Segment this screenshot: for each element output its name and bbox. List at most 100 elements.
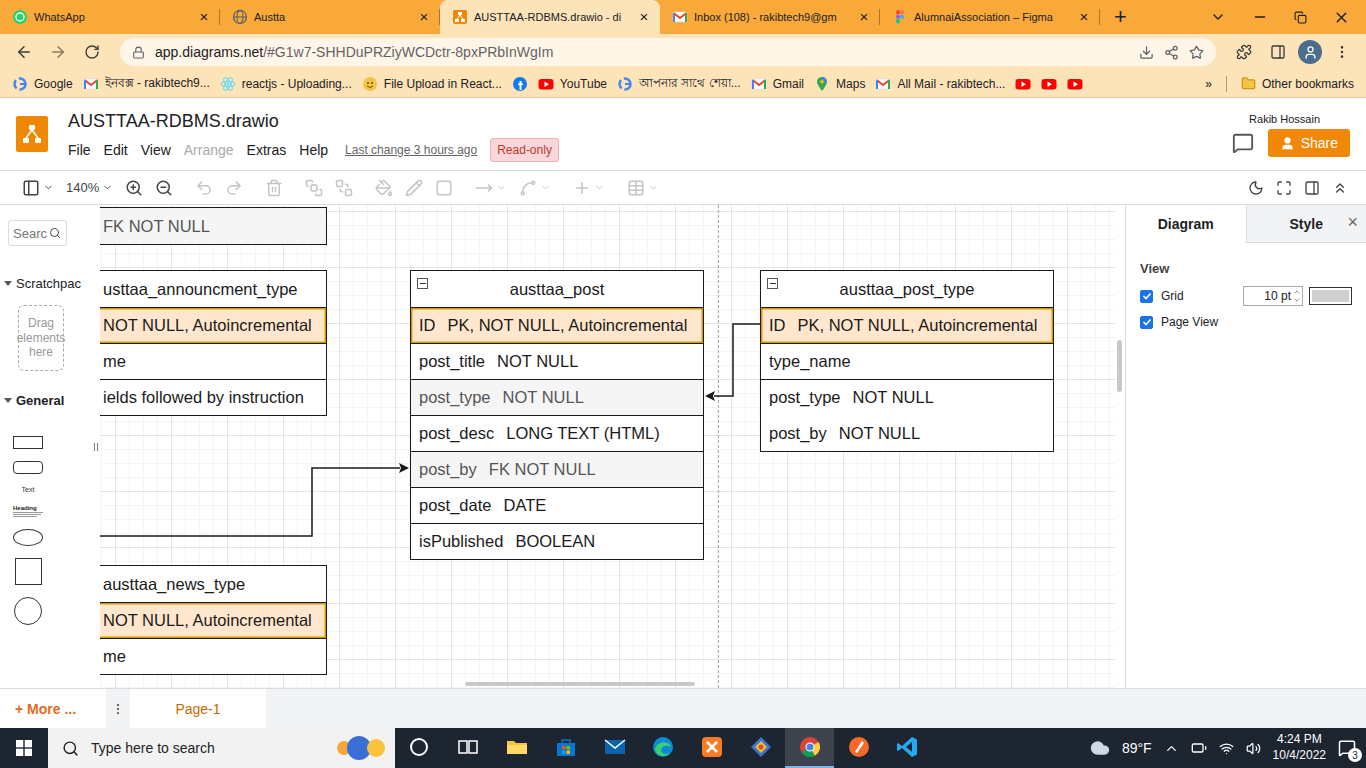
bookmark[interactable]: reactjs - Uploading... bbox=[220, 76, 352, 92]
menu-button[interactable] bbox=[1328, 38, 1356, 66]
weather-icon[interactable] bbox=[1090, 738, 1110, 758]
taskbar-app[interactable] bbox=[444, 728, 493, 768]
view-option[interactable]: Page View bbox=[1140, 312, 1352, 332]
scratchpad-drop-area[interactable]: Drag elements here bbox=[18, 305, 64, 371]
ellipse-shape[interactable] bbox=[13, 529, 43, 546]
notifications-button[interactable]: 3 bbox=[1338, 739, 1356, 757]
taskbar-app[interactable] bbox=[541, 728, 590, 768]
wifi-icon[interactable] bbox=[1219, 741, 1234, 756]
entity-title[interactable]: austtaa_post_type bbox=[761, 271, 1053, 307]
text-shape[interactable]: Text bbox=[22, 486, 35, 493]
taskbar-app[interactable] bbox=[834, 728, 883, 768]
tab-label[interactable]: AUSTTAA-RDBMS.drawio - di bbox=[474, 11, 630, 23]
menu-item[interactable]: Help bbox=[299, 142, 328, 158]
tab-label[interactable]: Inbox (108) - rakibtech9@gm bbox=[694, 11, 850, 23]
user-name[interactable]: Rakib Hossain bbox=[1249, 113, 1350, 125]
entity-table[interactable]: austtaa_post_typeIDPK, NOT NULL, Autoinc… bbox=[760, 270, 1054, 452]
pages-menu[interactable] bbox=[106, 689, 130, 728]
bookmark[interactable]: Maps bbox=[814, 76, 865, 92]
taskbar-app[interactable] bbox=[737, 728, 786, 768]
install-icon[interactable] bbox=[1139, 45, 1154, 60]
close-window-icon[interactable] bbox=[1333, 9, 1350, 26]
entity-table[interactable]: FK NOT NULL bbox=[100, 207, 327, 245]
bookmark[interactable]: All Mail - rakibtech... bbox=[875, 76, 1005, 92]
bookmark[interactable] bbox=[1067, 76, 1083, 92]
menu-item[interactable]: File bbox=[68, 142, 91, 158]
checkbox[interactable] bbox=[1140, 290, 1153, 303]
weather-temperature[interactable]: 89°F bbox=[1122, 740, 1152, 756]
square-shape[interactable] bbox=[15, 558, 42, 585]
tab-close-button[interactable]: × bbox=[1076, 9, 1092, 25]
bookmark[interactable] bbox=[1041, 76, 1057, 92]
more-shapes-button[interactable]: + More ... bbox=[0, 689, 106, 728]
taskbar-app[interactable] bbox=[493, 728, 542, 768]
browser-tab[interactable]: WhatsApp× bbox=[0, 0, 220, 34]
browser-tab[interactable]: Austta× bbox=[220, 0, 440, 34]
share-icon[interactable] bbox=[1164, 45, 1179, 60]
volume-icon[interactable] bbox=[1246, 741, 1261, 756]
entity-field[interactable]: NOT NULL, Autoincremental bbox=[100, 602, 326, 638]
taskbar-app[interactable] bbox=[883, 728, 932, 768]
other-bookmarks[interactable]: Other bookmarks bbox=[1241, 76, 1354, 91]
entity-field[interactable]: post_titleNOT NULL bbox=[411, 343, 703, 379]
diagram-canvas[interactable]: FK NOT NULL usttaa_announcment_typeNOT NU… bbox=[100, 205, 1115, 688]
tab-label[interactable]: Austta bbox=[254, 11, 410, 23]
document-title[interactable]: AUSTTAA-RDBMS.drawio bbox=[68, 111, 559, 132]
battery-icon[interactable] bbox=[1191, 740, 1207, 756]
more-bookmarks[interactable]: » bbox=[1205, 77, 1212, 91]
taskbar-app[interactable] bbox=[590, 728, 639, 768]
browser-tab[interactable]: Inbox (108) - rakibtech9@gm × bbox=[660, 0, 880, 34]
profile-avatar[interactable] bbox=[1298, 40, 1322, 64]
entity-field[interactable]: post_byFK NOT NULL bbox=[411, 451, 703, 487]
restore-icon[interactable] bbox=[1294, 11, 1307, 24]
theme-tool[interactable] bbox=[1248, 180, 1264, 196]
tab-close-button[interactable]: × bbox=[856, 9, 872, 25]
entity-field[interactable]: IDPK, NOT NULL, Autoincremental bbox=[411, 307, 703, 343]
entity-field[interactable]: me bbox=[100, 638, 326, 674]
extensions-button[interactable] bbox=[1230, 38, 1258, 66]
relation-edge[interactable] bbox=[714, 324, 760, 396]
shape-search[interactable]: Searc bbox=[8, 220, 67, 246]
rounded-rectangle-shape[interactable] bbox=[13, 461, 43, 474]
clock[interactable]: 4:24 PM10/4/2022 bbox=[1273, 732, 1326, 763]
entity-field[interactable]: NOT NULL, Autoincremental bbox=[100, 307, 326, 343]
side-panel-button[interactable] bbox=[1264, 38, 1292, 66]
tab-label[interactable]: AlumnaiAssociation – Figma bbox=[914, 11, 1070, 23]
bookmark[interactable]: YouTube bbox=[538, 76, 607, 92]
page-tab[interactable]: Page-1 bbox=[130, 689, 266, 728]
entity-field[interactable]: post_typeNOT NULL bbox=[761, 379, 1053, 415]
collapse-icon[interactable] bbox=[767, 278, 778, 289]
rectangle-shape[interactable] bbox=[13, 436, 43, 449]
browser-tab[interactable]: AlumnaiAssociation – Figma × bbox=[880, 0, 1100, 34]
tab-search-icon[interactable] bbox=[1210, 9, 1226, 25]
fullscreen-tool[interactable] bbox=[1276, 180, 1292, 196]
bookmark[interactable]: File Upload in React... bbox=[362, 76, 502, 92]
last-change-link[interactable]: Last change 3 hours ago bbox=[345, 143, 477, 157]
menu-item[interactable]: Extras bbox=[247, 142, 287, 158]
address-bar[interactable]: app.diagrams.net/#G1w7-SHHDuPRZiyWCDctr-… bbox=[120, 38, 1216, 66]
entity-field[interactable]: me bbox=[100, 343, 326, 379]
circle-shape[interactable] bbox=[14, 597, 42, 625]
view-option[interactable]: Grid10 pt bbox=[1140, 286, 1352, 306]
tab-close-button[interactable]: × bbox=[196, 9, 212, 25]
entity-field[interactable]: post_typeNOT NULL bbox=[411, 379, 703, 415]
bookmark[interactable]: আপনার সাথে শেয়া... bbox=[617, 74, 741, 94]
heading-shape[interactable]: Heading bbox=[13, 505, 43, 517]
grid-color-swatch[interactable] bbox=[1309, 287, 1352, 305]
zoom-out-tool[interactable] bbox=[155, 179, 173, 197]
format-tab[interactable]: Diagram bbox=[1126, 205, 1246, 243]
bookmark[interactable]: Google bbox=[12, 76, 73, 92]
bookmark-star-icon[interactable] bbox=[1189, 45, 1204, 60]
entity-title[interactable]: austtaa_news_type bbox=[100, 566, 326, 602]
entity-field[interactable]: post_descLONG TEXT (HTML) bbox=[411, 415, 703, 451]
general-header[interactable]: General bbox=[0, 393, 92, 408]
collapse-icon[interactable] bbox=[417, 278, 428, 289]
browser-tab[interactable]: AUSTTAA-RDBMS.drawio - di× bbox=[440, 0, 660, 34]
entity-table[interactable]: usttaa_announcment_typeNOT NULL, Autoinc… bbox=[100, 270, 327, 416]
collapse-tool[interactable] bbox=[1332, 180, 1348, 196]
menu-item[interactable]: Edit bbox=[104, 142, 128, 158]
taskbar-app[interactable] bbox=[785, 728, 834, 768]
bookmark[interactable]: ইনবক্স - rakibtech9... bbox=[83, 74, 210, 94]
grid-size-input[interactable]: 10 pt bbox=[1243, 286, 1303, 306]
bookmark[interactable] bbox=[512, 76, 528, 92]
